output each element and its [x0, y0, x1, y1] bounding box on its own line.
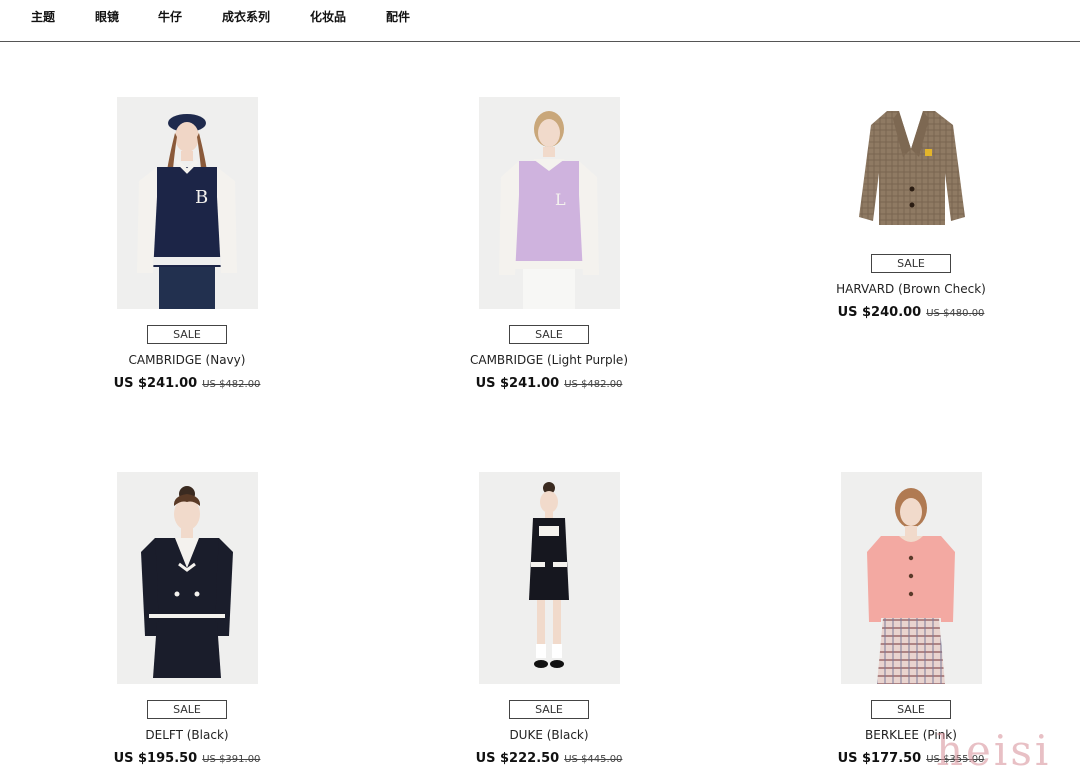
price-row: US $195.50 US $391.00: [37, 751, 337, 766]
sale-badge: SALE: [509, 325, 589, 344]
product-card[interactable]: SALE DELFT (Black) US $195.50 US $391.00: [37, 472, 337, 766]
product-image[interactable]: B: [116, 97, 258, 309]
product-name[interactable]: CAMBRIDGE (Light Purple): [399, 353, 699, 367]
product-image[interactable]: [116, 472, 258, 684]
product-card[interactable]: L SALE CAMBRIDGE (Light Purple) US $241.…: [399, 97, 699, 391]
original-price: US $391.00: [202, 754, 261, 765]
product-card[interactable]: SALE BERKLEE (Pink) US $177.50 US $355.00: [761, 472, 1061, 766]
nav-item-denim[interactable]: 牛仔: [158, 8, 182, 25]
sale-price: US $240.00: [837, 305, 922, 320]
original-price: US $445.00: [564, 754, 623, 765]
nav-item-cosmetics[interactable]: 化妆品: [310, 8, 346, 25]
original-price: US $480.00: [926, 308, 985, 319]
svg-text:L: L: [555, 190, 566, 209]
product-image[interactable]: [840, 97, 982, 238]
sale-badge: SALE: [147, 700, 227, 719]
watermark: heisi: [936, 726, 1052, 775]
product-name[interactable]: CAMBRIDGE (Navy): [37, 353, 337, 367]
svg-text:B: B: [195, 187, 208, 208]
sale-price: US $241.00: [113, 376, 198, 391]
sale-price: US $222.50: [475, 751, 560, 766]
product-card[interactable]: B SALE CAMBRIDGE (Navy) US $241.00 US $48…: [37, 97, 337, 391]
original-price: US $482.00: [564, 379, 623, 390]
price-row: US $222.50 US $445.00: [399, 751, 699, 766]
sale-badge: SALE: [871, 700, 951, 719]
nav-item-accessories[interactable]: 配件: [386, 8, 410, 25]
price-row: US $241.00 US $482.00: [399, 376, 699, 391]
sale-badge: SALE: [147, 325, 227, 344]
sale-badge: SALE: [871, 254, 951, 273]
nav-item-apparel[interactable]: 成衣系列: [222, 8, 270, 25]
product-name[interactable]: DUKE (Black): [399, 728, 699, 742]
product-image[interactable]: L: [478, 97, 620, 309]
product-image[interactable]: [840, 472, 982, 684]
original-price: US $482.00: [202, 379, 261, 390]
product-image[interactable]: [478, 472, 620, 684]
product-card[interactable]: SALE HARVARD (Brown Check) US $240.00 US …: [761, 97, 1061, 320]
price-row: US $240.00 US $480.00: [761, 305, 1061, 320]
top-navigation: 主题 眼镜 牛仔 成衣系列 化妆品 配件: [0, 0, 1080, 42]
price-row: US $241.00 US $482.00: [37, 376, 337, 391]
nav-item-eyewear[interactable]: 眼镜: [95, 8, 119, 25]
sale-badge: SALE: [509, 700, 589, 719]
product-name[interactable]: HARVARD (Brown Check): [761, 282, 1061, 296]
product-card[interactable]: SALE DUKE (Black) US $222.50 US $445.00: [399, 472, 699, 766]
sale-price: US $241.00: [475, 376, 560, 391]
sale-price: US $177.50: [837, 751, 922, 766]
sale-price: US $195.50: [113, 751, 198, 766]
product-name[interactable]: DELFT (Black): [37, 728, 337, 742]
nav-item-theme[interactable]: 主题: [31, 8, 55, 25]
